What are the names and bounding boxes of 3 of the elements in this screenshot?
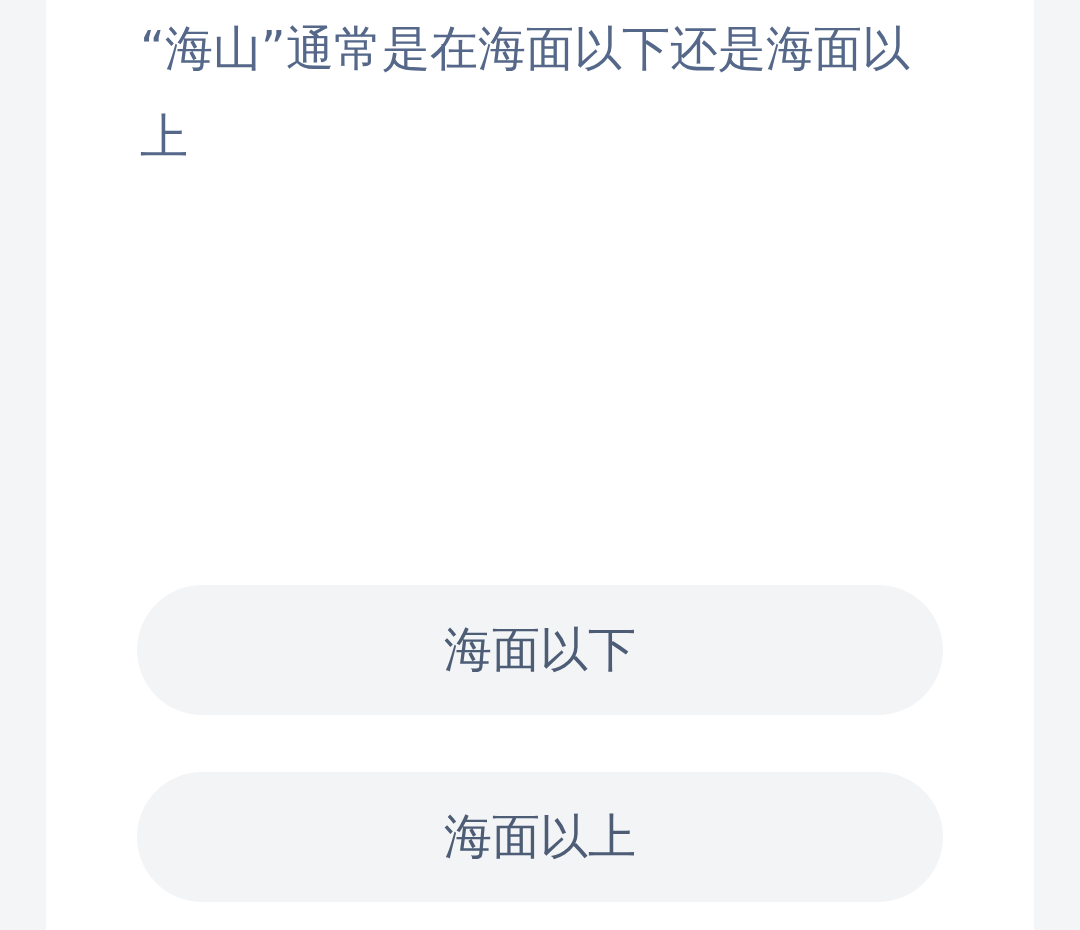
answer-option[interactable]: 海面以下 (137, 585, 943, 715)
answer-option[interactable]: 海面以上 (137, 772, 943, 902)
question-text: “海山”通常是在海面以下还是海面以上 (140, 19, 911, 166)
